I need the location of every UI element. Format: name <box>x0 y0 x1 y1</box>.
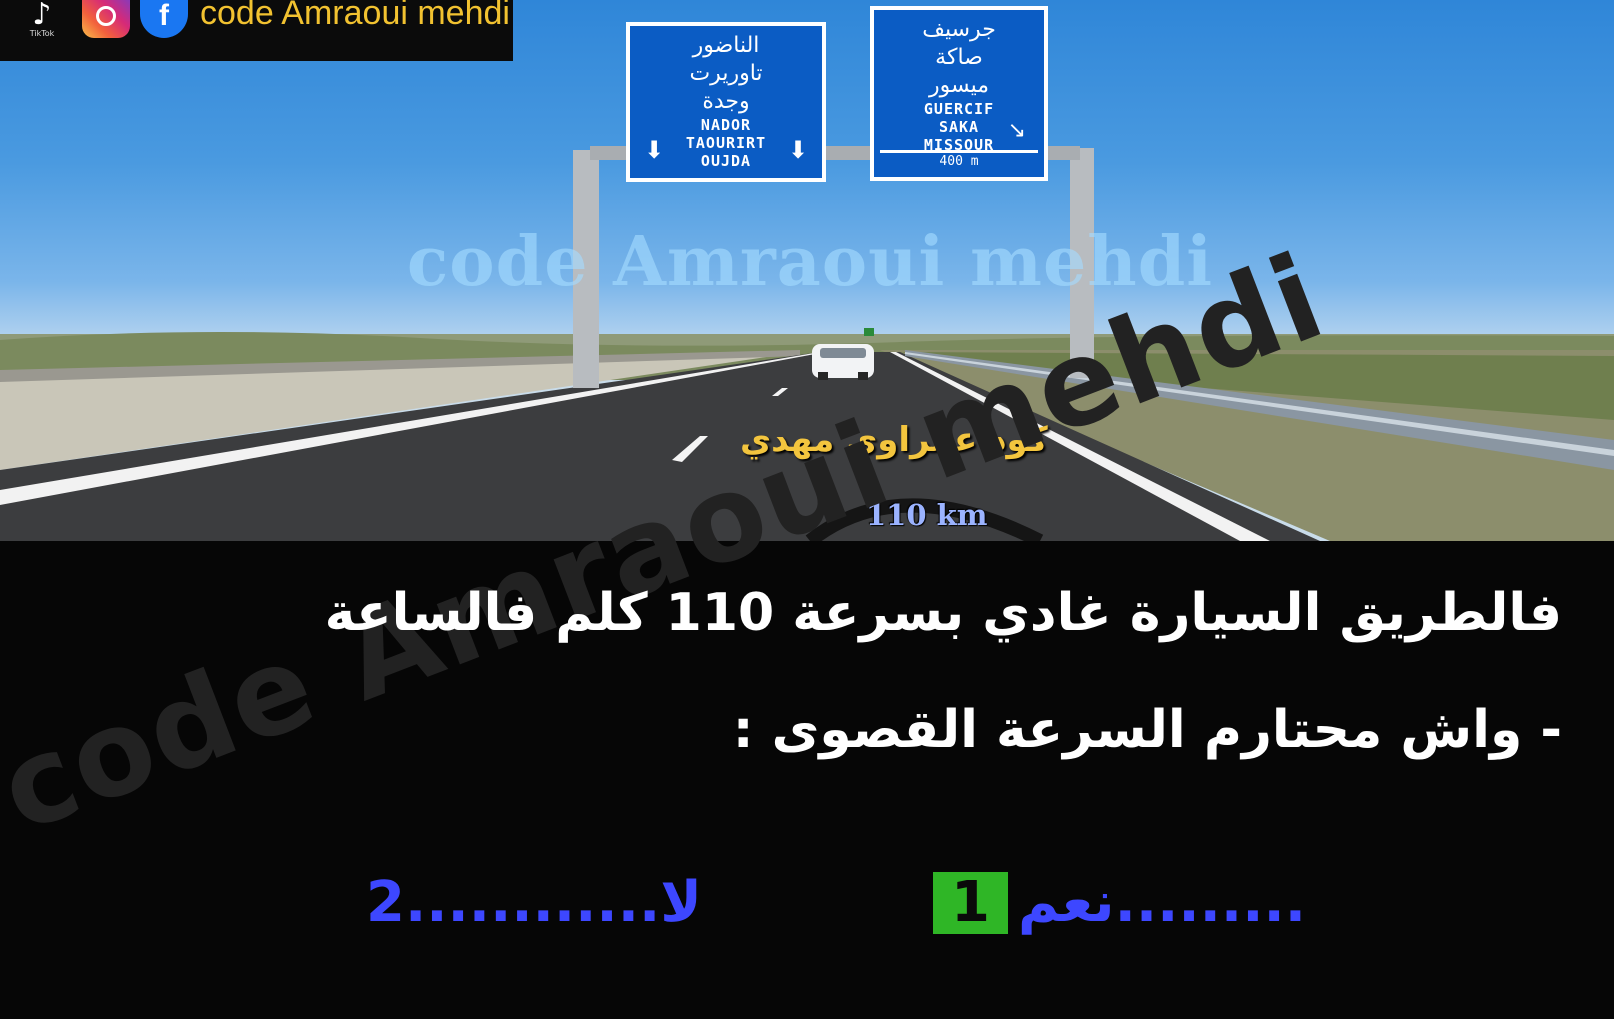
tiktok-icon[interactable]: ♪ TikTok <box>20 0 64 42</box>
down-arrow-icon: ⬇ <box>787 136 808 164</box>
sign-left-ar-2: تاوريرت <box>689 61 763 86</box>
down-arrow-icon: ⬇ <box>644 136 665 164</box>
sign-left-ar-1: الناضور <box>692 33 760 58</box>
road-sign-left: الناضور تاوريرت وجدة NADOR TAOURIRT OUJD… <box>626 22 826 182</box>
sign-right-ar-3: ميسور <box>928 73 990 98</box>
answer-yes[interactable]: نعم......... <box>1018 870 1306 935</box>
answer-1-number-badge[interactable]: 1 <box>933 872 1008 934</box>
sign-right-ar-1: جرسيف <box>922 17 996 42</box>
social-banner: ♪ TikTok f code Amraoui mehdi <box>0 0 513 61</box>
sign-left-ar-3: وجدة <box>702 89 750 114</box>
diagonal-arrow-icon: ↘ <box>1007 118 1026 143</box>
sign-distance: 400 m <box>880 150 1038 173</box>
answer-no[interactable]: لا............2 <box>366 870 702 935</box>
sign-right-ar-2: صاكة <box>935 45 983 70</box>
instagram-icon[interactable] <box>82 0 130 38</box>
sign-right-lat-1: GUERCIF <box>923 100 995 118</box>
road-sign-right: جرسيف صاكة ميسور GUERCIF SAKA MISSOUR ↘ … <box>870 6 1048 181</box>
question-line-2: - واش محتارم السرعة القصوى : <box>732 700 1562 760</box>
watermark: code Amraoui mehdi <box>406 222 1214 302</box>
sign-left-lat-1: NADOR <box>700 116 752 134</box>
question-line-1: فالطريق السيارة غادي بسرعة 110 كلم فالسا… <box>324 583 1562 643</box>
facebook-icon[interactable]: f <box>140 0 188 38</box>
brand-name: code Amraoui mehdi <box>200 0 510 32</box>
